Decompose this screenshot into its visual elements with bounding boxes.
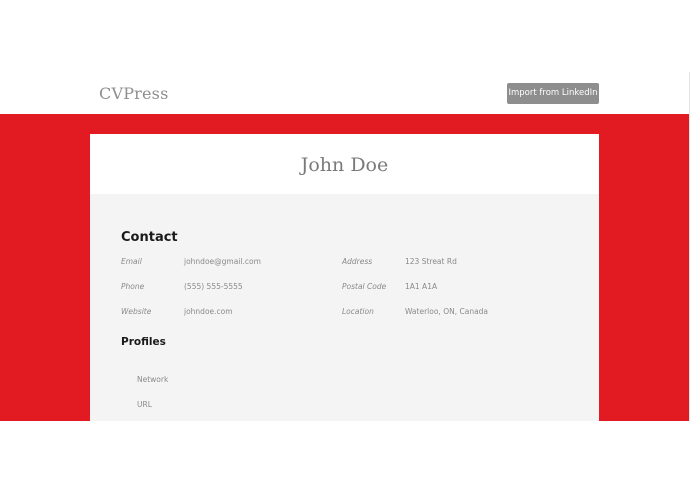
resume-card: John Doe Contact Email johndoe@gmail.com… [90,134,599,421]
address-label: Address [342,257,373,266]
brand-logo[interactable]: CVPress [99,84,169,103]
address-value[interactable]: 123 Streat Rd [405,257,457,266]
website-label: Website [121,307,152,316]
profile-url-field[interactable]: URL [137,400,152,409]
phone-value[interactable]: (555) 555-5555 [184,282,243,291]
email-label: Email [121,257,142,266]
postal-code-value[interactable]: 1A1 A1A [405,282,437,291]
scrollbar-edge [689,72,690,421]
location-label: Location [342,307,374,316]
postal-code-label: Postal Code [342,282,387,291]
resume-name[interactable]: John Doe [90,154,599,176]
app-viewport: CVPress Import from LinkedIn John Doe Co… [0,0,695,494]
profiles-section-title: Profiles [121,336,166,348]
email-value[interactable]: johndoe@gmail.com [184,257,261,266]
contact-section-title: Contact [121,230,178,245]
phone-label: Phone [121,282,145,291]
location-value[interactable]: Waterloo, ON, Canada [405,307,488,316]
resume-card-header: John Doe [90,134,599,194]
import-from-linkedin-button[interactable]: Import from LinkedIn [507,83,599,104]
profile-network-field[interactable]: Network [137,375,168,384]
website-value[interactable]: johndoe.com [184,307,233,316]
